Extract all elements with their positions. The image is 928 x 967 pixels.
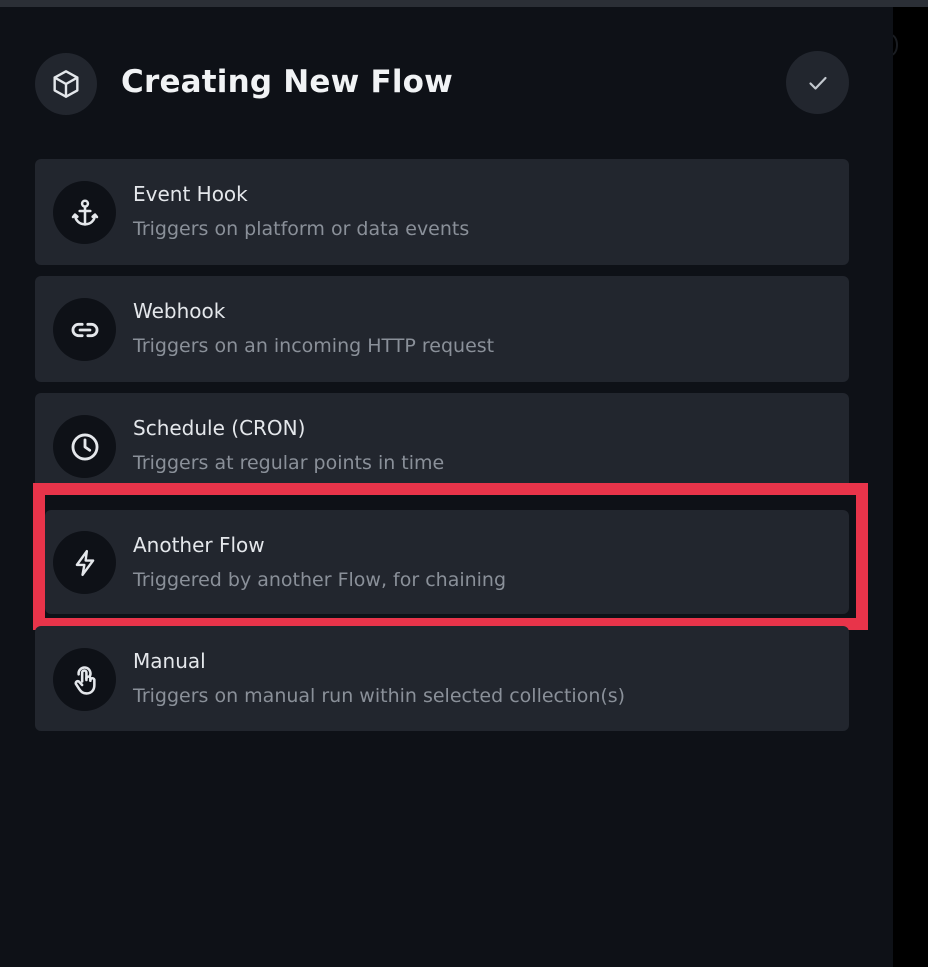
lightning-icon (53, 531, 116, 594)
option-description: Triggered by another Flow, for chaining (133, 569, 507, 591)
link-icon (53, 298, 116, 361)
option-title: Event Hook (133, 182, 248, 206)
trigger-option-another-flow[interactable]: Another Flow Triggered by another Flow, … (45, 510, 849, 614)
cube-icon (35, 53, 97, 115)
done-button[interactable] (786, 51, 849, 114)
trigger-option-event-hook[interactable]: Event Hook Triggers on platform or data … (35, 159, 849, 265)
option-title: Webhook (133, 299, 226, 323)
option-description: Triggers on manual run within selected c… (133, 685, 626, 707)
window-top-border (0, 0, 928, 7)
option-description: Triggers at regular points in time (133, 452, 445, 474)
option-title: Schedule (CRON) (133, 416, 306, 440)
touch-icon (53, 648, 116, 711)
clock-icon (53, 415, 116, 478)
page-title: Creating New Flow (121, 64, 454, 100)
trigger-option-webhook[interactable]: Webhook Triggers on an incoming HTTP req… (35, 276, 849, 382)
trigger-option-manual[interactable]: Manual Triggers on manual run within sel… (35, 626, 849, 731)
option-title: Another Flow (133, 533, 265, 557)
anchor-icon (53, 181, 116, 244)
option-description: Triggers on platform or data events (133, 218, 470, 240)
option-title: Manual (133, 649, 206, 673)
check-icon (808, 76, 827, 90)
trigger-option-schedule[interactable]: Schedule (CRON) Triggers at regular poin… (35, 393, 849, 499)
option-description: Triggers on an incoming HTTP request (133, 335, 495, 357)
